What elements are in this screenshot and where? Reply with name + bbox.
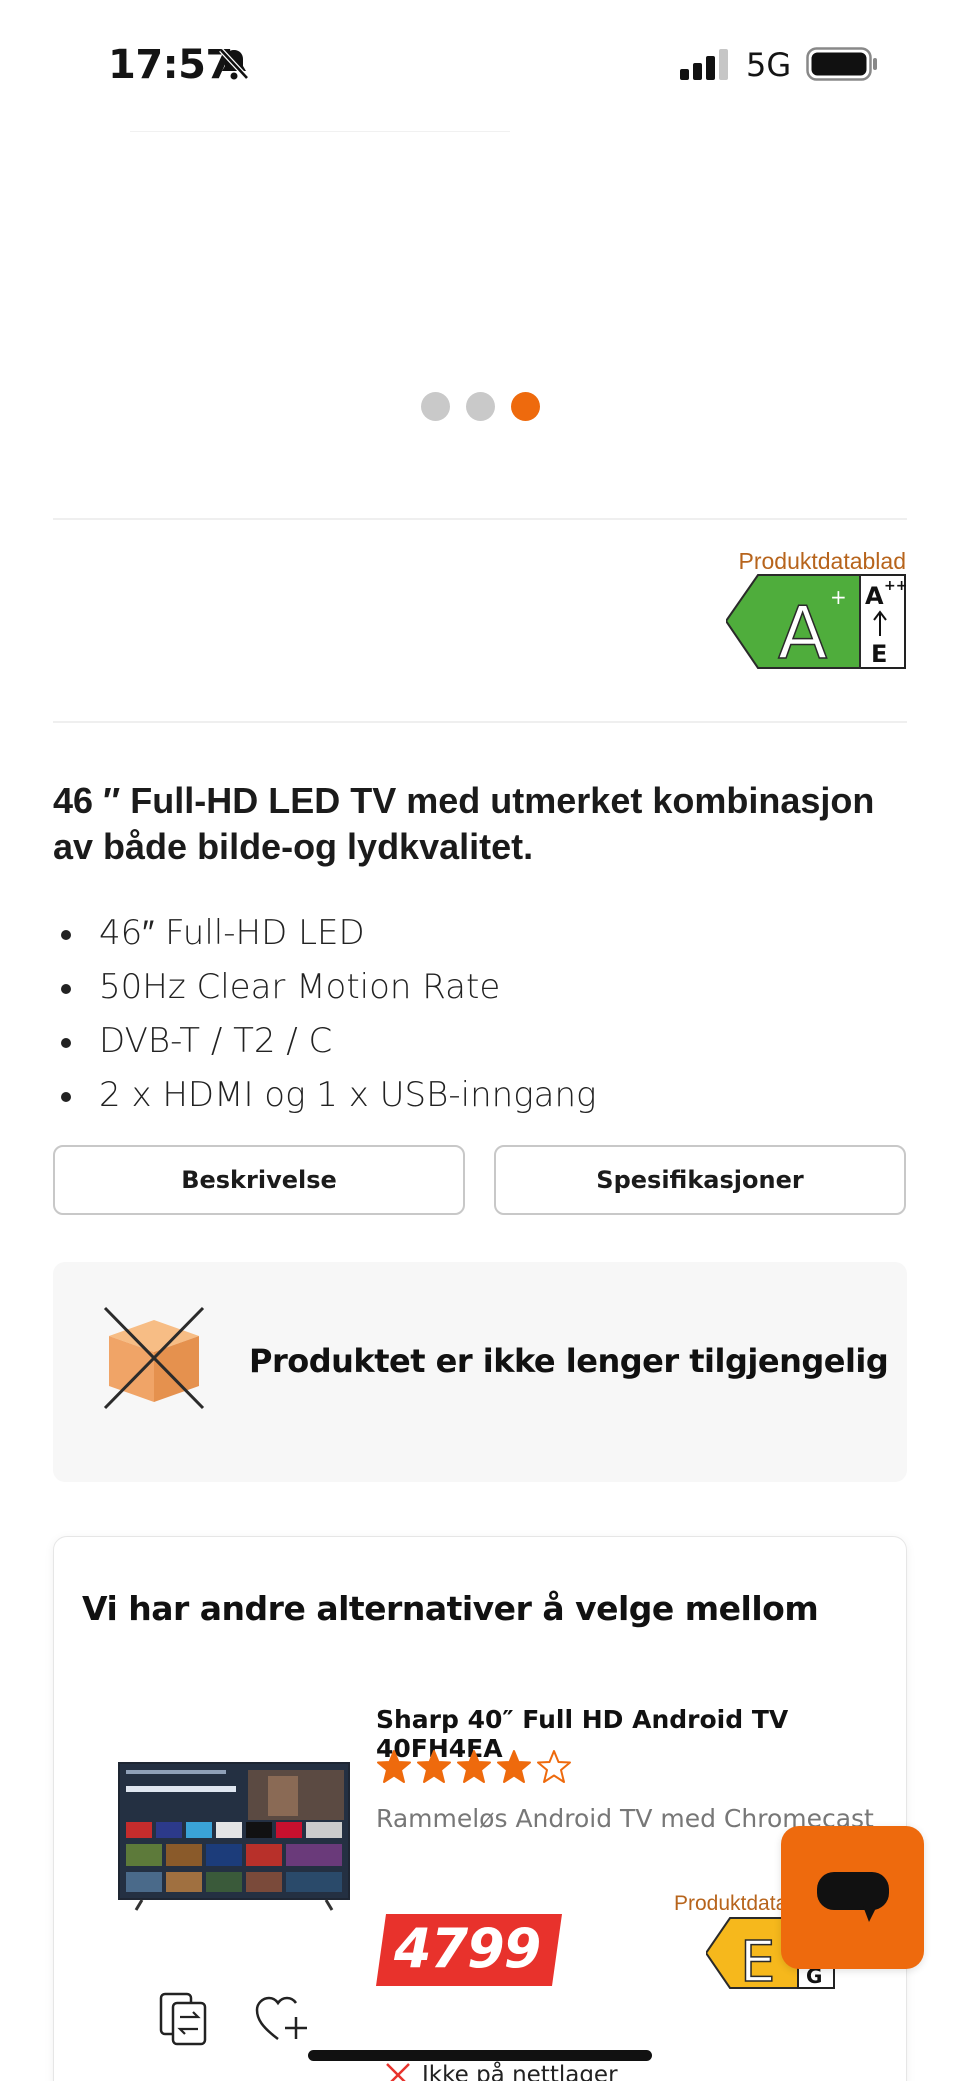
status-bar: 17:57 5G: [0, 0, 960, 130]
alt-energy-class: E: [740, 1930, 775, 1989]
energy-class: A: [778, 591, 827, 669]
specifications-button[interactable]: Spesifikasjoner: [494, 1145, 906, 1215]
alternatives-card: Vi har andre alternativer å velge mellom…: [53, 1536, 907, 2081]
energy-scale-top-suffix: ++: [884, 578, 906, 594]
network-label: 5G: [746, 46, 792, 84]
battery-icon: [806, 47, 877, 81]
star-empty-icon: [537, 1750, 571, 1783]
feature-list: 46″ Full-HD LED 50Hz Clear Motion Rate D…: [53, 906, 596, 1122]
product-headline: 46 ″ Full-HD LED TV med utmerket kombina…: [53, 780, 875, 867]
unavailable-box-icon: [103, 1306, 205, 1410]
description-button[interactable]: Beskrivelse: [53, 1145, 465, 1215]
energy-scale-bottom: E: [871, 640, 887, 668]
energy-scale-top: A: [865, 582, 884, 610]
bell-slash-icon: [219, 48, 249, 80]
divider: [53, 721, 907, 723]
heart-plus-icon[interactable]: [254, 1995, 308, 2045]
energy-label-badge[interactable]: A + A ++ E: [726, 574, 906, 669]
unavailable-notice: Produktet er ikke lenger tilgjengelig: [53, 1262, 907, 1482]
alt-product-price: 4799: [394, 1917, 541, 1980]
star-filled-icon: [457, 1750, 491, 1783]
tv-product-image[interactable]: [118, 1762, 350, 1912]
star-filled-icon: [377, 1750, 411, 1783]
energy-class-suffix: +: [830, 585, 847, 609]
star-filled-icon: [417, 1750, 451, 1783]
star-filled-icon: [497, 1750, 531, 1783]
feature-item: 2 x HDMI og 1 x USB-inngang: [53, 1068, 596, 1122]
carousel-dot[interactable]: [420, 392, 450, 421]
compare-icon[interactable]: [158, 1991, 210, 2047]
chat-bubble-icon: [817, 1872, 889, 1922]
carousel-pagination[interactable]: [0, 392, 960, 422]
product-datasheet-link[interactable]: Produktdatablad: [738, 548, 906, 575]
feature-item: 50Hz Clear Motion Rate: [53, 960, 596, 1014]
close-icon: [386, 2063, 410, 2081]
stock-status-text: Ikke på nettlager: [422, 2062, 618, 2081]
alternatives-title: Vi har andre alternativer å velge mellom: [82, 1589, 819, 1628]
image-area-edge: [130, 131, 510, 132]
chat-button[interactable]: [781, 1826, 924, 1969]
status-time: 17:57: [108, 42, 233, 88]
unavailable-message: Produktet er ikke lenger tilgjengelig: [249, 1342, 889, 1380]
home-indicator: [308, 2050, 652, 2061]
divider: [53, 518, 907, 520]
carousel-dot[interactable]: [510, 392, 540, 421]
carousel-dot[interactable]: [465, 392, 495, 421]
feature-item: DVB-T / T2 / C: [53, 1014, 596, 1068]
signal-icon: [680, 49, 728, 80]
stock-status: Ikke på nettlager: [384, 2061, 618, 2081]
feature-item: 46″ Full-HD LED: [53, 906, 596, 960]
rating-stars: [376, 1749, 572, 1785]
